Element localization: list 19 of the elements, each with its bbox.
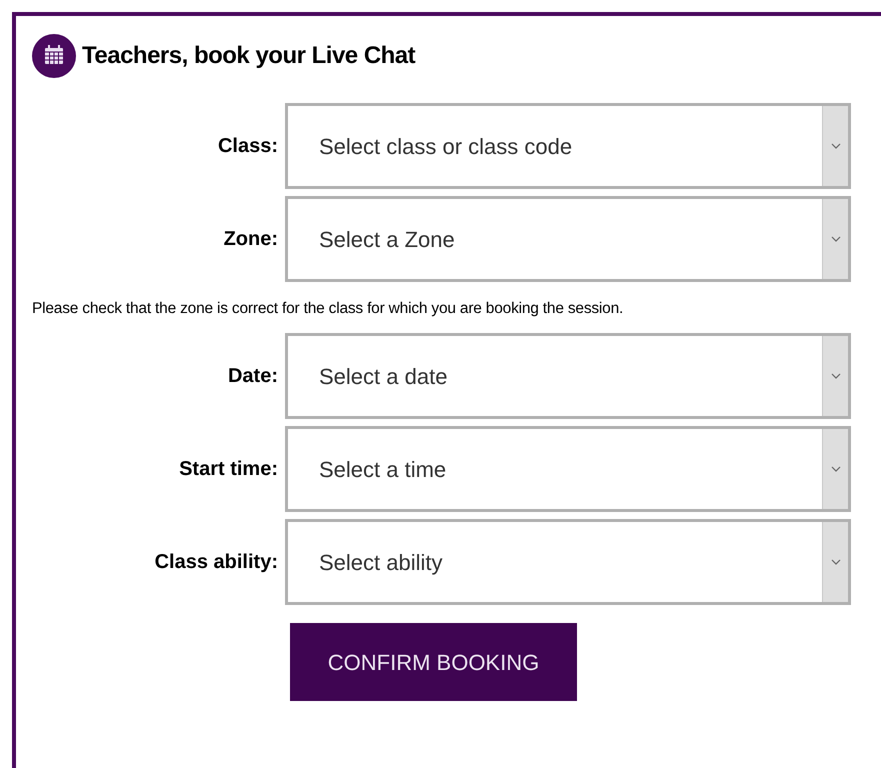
chevron-down-icon bbox=[830, 466, 840, 472]
heading: Teachers, book your Live Chat bbox=[82, 41, 416, 71]
zone-note: Please check that the zone is correct for the class for which you are booking the session. bbox=[32, 299, 624, 319]
calendar-icon bbox=[32, 34, 76, 78]
field-label: Date: bbox=[226, 364, 279, 390]
dropdown-field[interactable]: Select ability bbox=[285, 519, 851, 606]
field-label: Class ability: bbox=[154, 550, 279, 576]
chevron-down-icon bbox=[830, 236, 840, 242]
dropdown-field[interactable]: Select a Zone bbox=[285, 196, 851, 282]
confirm-booking-button[interactable]: CONFIRM BOOKING bbox=[290, 623, 577, 702]
dropdown-field[interactable]: Select class or class code bbox=[285, 103, 851, 189]
field-label: Zone: bbox=[222, 227, 279, 252]
dropdown-field[interactable]: Select a time bbox=[285, 426, 851, 512]
field-label: Start time: bbox=[178, 457, 279, 482]
chevron-down-icon bbox=[830, 559, 840, 566]
dropdown-field[interactable]: Select a date bbox=[285, 333, 851, 420]
chevron-down-icon bbox=[830, 143, 840, 149]
chevron-down-icon bbox=[830, 373, 840, 380]
field-label: Class: bbox=[216, 134, 279, 159]
